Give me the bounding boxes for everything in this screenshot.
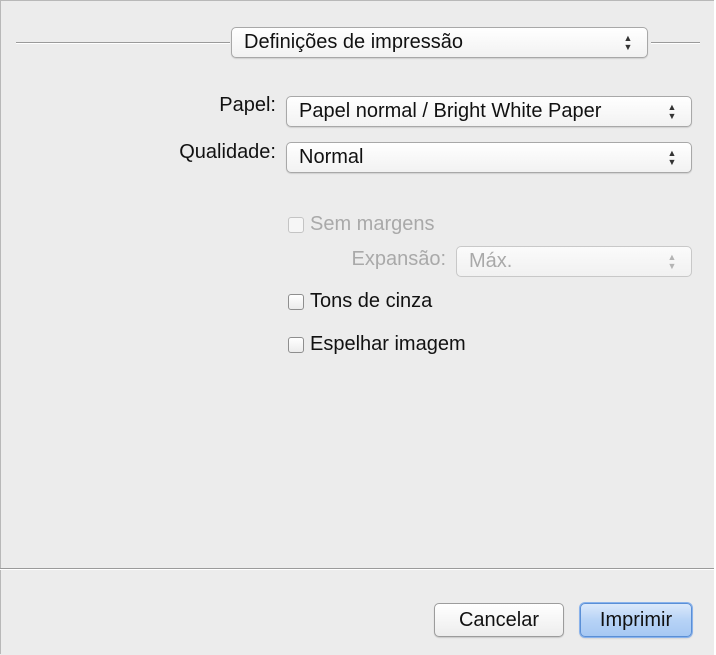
popup-arrows-icon: ▲ ▼ [667, 251, 677, 271]
popup-arrows-icon: ▲ ▼ [667, 147, 677, 167]
borderless-checkbox-row[interactable]: Sem margens [288, 213, 435, 236]
grayscale-label: Tons de cinza [310, 290, 433, 312]
borderless-checkbox[interactable] [288, 216, 304, 233]
print-button[interactable]: Imprimir [580, 603, 692, 637]
mirror-image-label: Espelhar imagem [310, 333, 466, 355]
grayscale-checkbox-row[interactable]: Tons de cinza [288, 290, 432, 313]
borderless-label: Sem margens [310, 213, 435, 235]
cancel-button[interactable]: Cancelar [434, 603, 564, 637]
quality-value: Normal [299, 146, 364, 168]
paper-type-value: Papel normal / Bright White Paper [299, 100, 602, 122]
expansion-label: Expansão: [351, 248, 446, 270]
expansion-popup[interactable]: Máx. ▲ ▼ [456, 246, 692, 277]
header-divider-left-shadow [16, 43, 230, 44]
popup-arrows-icon: ▲ ▼ [623, 32, 633, 52]
grayscale-checkbox[interactable] [288, 293, 304, 310]
header-divider-right-shadow [651, 43, 700, 44]
paper-type-popup[interactable]: Papel normal / Bright White Paper ▲ ▼ [286, 96, 692, 127]
panel-select-popup[interactable]: Definições de impressão ▲ ▼ [231, 27, 648, 58]
expansion-value: Máx. [469, 250, 513, 272]
quality-label: Qualidade: [179, 141, 276, 163]
popup-arrows-icon: ▲ ▼ [667, 101, 677, 121]
quality-popup[interactable]: Normal ▲ ▼ [286, 142, 692, 173]
mirror-image-checkbox[interactable] [288, 336, 304, 353]
mirror-image-checkbox-row[interactable]: Espelhar imagem [288, 333, 466, 356]
paper-label: Papel: [219, 94, 276, 116]
panel-select-value: Definições de impressão [244, 31, 463, 53]
footer-divider-shadow [0, 569, 714, 570]
